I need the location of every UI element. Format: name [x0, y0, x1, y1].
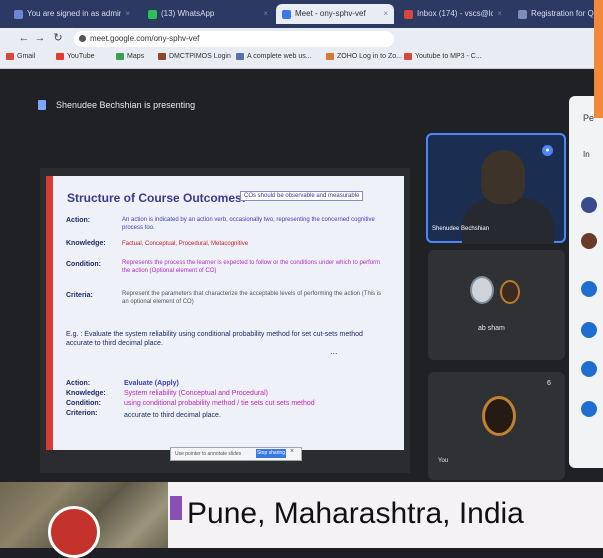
participant-tile[interactable] [428, 250, 565, 360]
youtube-icon [56, 53, 64, 60]
bookmark-label: A complete web us... [247, 53, 312, 60]
reload-icon[interactable]: ↻ [52, 32, 64, 44]
bookmark-icon [404, 53, 412, 60]
close-icon[interactable]: × [125, 4, 130, 24]
row-label-action: Action: [66, 217, 91, 224]
tab-label: Inbox (174) - vscs@login [417, 9, 494, 18]
bookmark-youtube-mp3[interactable]: Youtube to MP3 - C... [404, 53, 482, 60]
avatar [482, 396, 516, 436]
row-label-criteria: Criteria: [66, 292, 93, 299]
maps-icon [116, 53, 124, 60]
mic-active-icon: ● [542, 145, 553, 156]
browser-tab-3[interactable]: Meet - ony-sphv-vef × [276, 4, 394, 24]
bookmark-label: YouTube [67, 53, 95, 60]
bookmark-maps[interactable]: Maps [116, 53, 144, 60]
bookmark-youtube[interactable]: YouTube [56, 53, 95, 60]
slide-title: Structure of Course Outcomes: [67, 191, 246, 205]
close-icon[interactable]: × [383, 4, 388, 24]
more-icon: ... [330, 346, 338, 356]
bookmark-label: ZOHO Log in to Zo... [337, 53, 402, 60]
presenting-label: Shenudee Bechshian is presenting [56, 100, 196, 110]
tab-label: Meet - ony-sphv-vef [295, 9, 366, 18]
lock-icon [79, 35, 86, 42]
bookmark-label: DMCTPIMOS Login [169, 53, 231, 60]
bookmark-icon [158, 53, 166, 60]
participant-name: Shenudee Bechshian [432, 226, 490, 232]
row-text-criteria: Represent the parameters that characteri… [122, 291, 382, 305]
breakdown-criterion: accurate to third decimal place. [124, 412, 221, 419]
panel-subtitle: In [583, 150, 590, 159]
panel-title: Pe [583, 113, 595, 123]
tab-favicon-icon [518, 9, 527, 19]
forward-icon[interactable]: → [34, 32, 46, 44]
participant-video [462, 198, 554, 244]
participant-name: ab sham [478, 325, 505, 332]
avatar [500, 280, 520, 304]
stop-sharing-button[interactable]: Stop sharing [256, 449, 286, 458]
bookmark-label: Youtube to MP3 - C... [415, 53, 482, 60]
participant-count: 6 [547, 380, 551, 387]
close-icon[interactable]: × [290, 448, 294, 455]
breakdown-label-condition: Condition: [66, 400, 101, 407]
avatar[interactable] [581, 401, 597, 417]
close-icon[interactable]: × [497, 4, 502, 24]
browser-tab-2[interactable]: (13) WhatsApp × [142, 4, 274, 24]
row-text-action: An action is indicated by an action verb… [122, 217, 375, 231]
close-icon[interactable]: × [263, 4, 268, 24]
breakdown-knowledge: System reliability (Conceptual and Proce… [124, 390, 268, 397]
breakdown-label-criterion: Criterion: [66, 410, 98, 417]
row-label-condition: Condition: [66, 261, 101, 268]
breakdown-label-knowledge: Knowledge: [66, 390, 106, 397]
gmail-icon [6, 53, 14, 60]
tab-label: You are signed in as admin [27, 9, 122, 18]
avatar [470, 276, 494, 304]
location-pin-icon [48, 506, 100, 558]
zoho-icon [326, 53, 334, 60]
bookmark-label: Maps [127, 53, 145, 60]
row-text-knowledge: Factual, Conceptual, Procedural, Metacog… [122, 241, 249, 247]
presenting-icon [38, 100, 46, 110]
participant-video [481, 150, 525, 204]
bookmark-dmctpimos[interactable]: DMCTPIMOS Login [158, 53, 231, 60]
avatar[interactable] [581, 197, 597, 213]
orange-accent [594, 0, 603, 118]
bookmark-icon [236, 53, 244, 60]
tab-label: (13) WhatsApp [161, 9, 215, 18]
location-caption: Pune, Maharashtra, India [187, 497, 524, 530]
participant-name: You [438, 458, 449, 464]
avatar[interactable] [581, 361, 597, 377]
tab-label: Registration for Quality [531, 9, 594, 18]
row-text-condition: Represents the process the learner is ex… [122, 260, 381, 274]
browser-tab-1[interactable]: You are signed in as admin × [8, 4, 136, 24]
caption-marker [170, 496, 182, 520]
slide-note: COs should be observable and measurable [240, 191, 364, 201]
avatar[interactable] [581, 322, 597, 338]
bookmark-label: Gmail [17, 53, 36, 60]
gmail-icon [404, 9, 413, 19]
row-label-knowledge: Knowledge: [66, 240, 106, 247]
meet-icon [282, 9, 291, 19]
bookmark-gmail[interactable]: Gmail [6, 53, 35, 60]
tab-favicon-icon [14, 9, 23, 19]
breakdown-action: Evaluate (Apply) [124, 380, 179, 387]
avatar[interactable] [581, 281, 597, 297]
bookmark-zoho[interactable]: ZOHO Log in to Zo... [326, 53, 402, 60]
breakdown-condition: using conditional probability method / t… [124, 400, 315, 407]
bookmark-web[interactable]: A complete web us... [236, 53, 312, 60]
browser-tab-4[interactable]: Inbox (174) - vscs@login × [398, 4, 508, 24]
whatsapp-icon [148, 9, 157, 19]
browser-tab-5[interactable]: Registration for Quality [512, 4, 600, 24]
back-icon[interactable]: ← [18, 32, 30, 44]
url-input[interactable]: meet.google.com/ony-sphv-vef [74, 31, 394, 47]
avatar[interactable] [581, 233, 597, 249]
breakdown-label-action: Action: [66, 380, 91, 387]
